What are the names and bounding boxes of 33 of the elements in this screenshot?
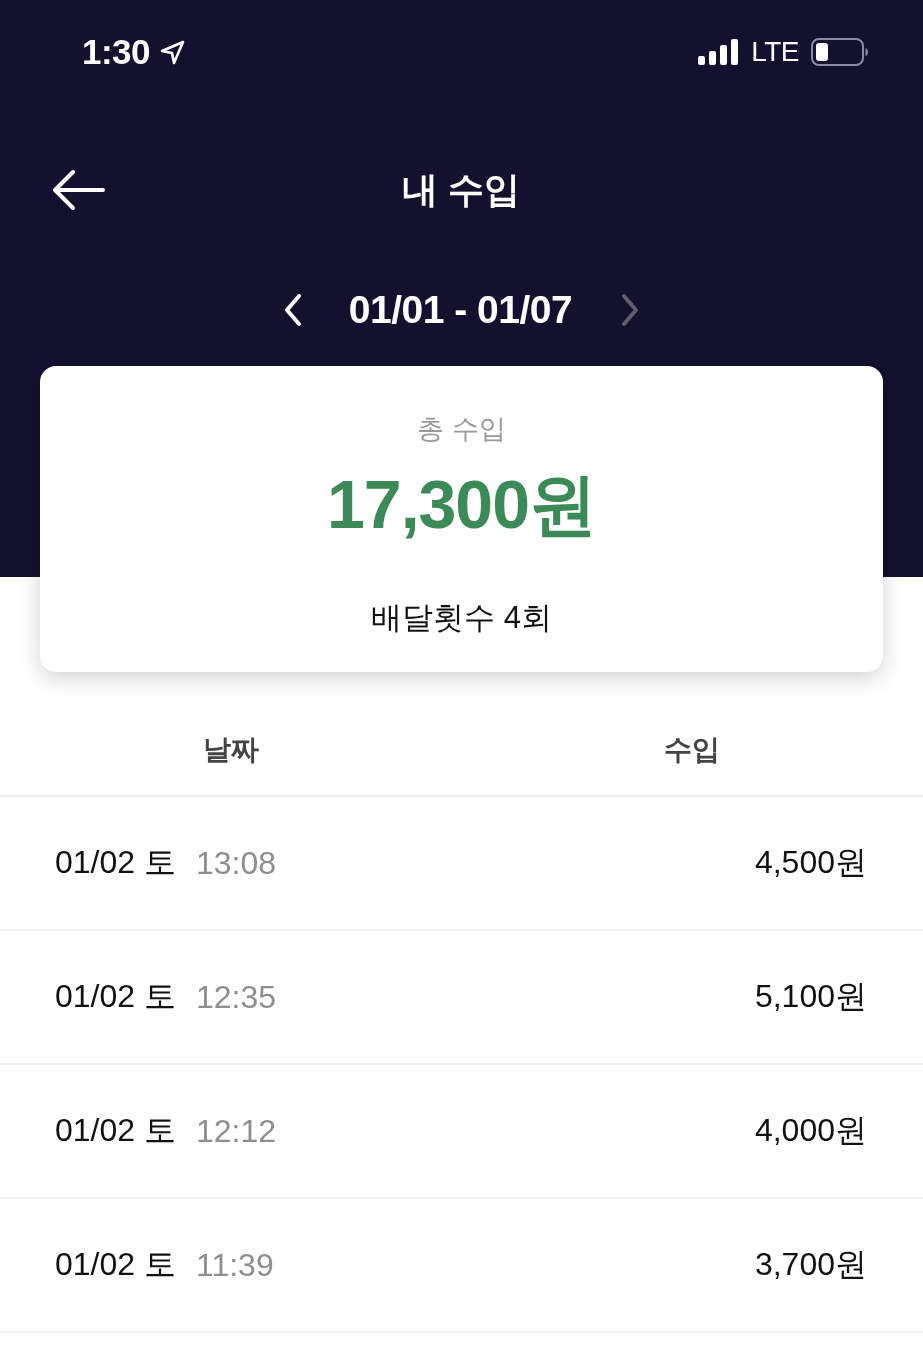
row-amount: 4,500원 [754,843,867,882]
column-header: 수입 [664,733,721,767]
delivery-count: 배달횟수 4회 [371,599,552,637]
chevron-right-icon [620,293,641,327]
row-date: 01/02 토 [55,977,176,1016]
income-row[interactable]: 01/02 토 12:35 5,100원 [0,931,923,1065]
total-income-amount: 17,300원 [327,465,596,544]
location-arrow-icon [160,39,186,65]
date-range: 01/01 - 01/07 [348,288,573,332]
row-time: 12:35 [195,978,277,1016]
row-date: 01/02 토 [55,1111,176,1150]
arrow-left-icon [52,169,105,211]
row-amount: 3,700원 [754,1245,867,1284]
status-time: 1:30 [82,32,151,72]
row-amount: 4,000원 [754,1111,867,1150]
chevron-left-icon [282,293,303,327]
income-row[interactable]: 01/02 토 13:08 4,500원 [0,797,923,931]
row-time: 13:08 [195,844,277,882]
back-button[interactable] [52,169,105,211]
total-income-label: 총 수입 [417,413,506,446]
signal-icon [698,39,740,65]
income-row[interactable]: 01/02 토 12:12 4,000원 [0,1065,923,1199]
row-date: 01/02 토 [55,843,176,882]
row-date: 01/02 토 [55,1245,176,1284]
column-header: 날짜 [202,733,259,767]
page-title: 내 수입 [402,167,521,212]
income-row[interactable]: 01/02 토 11:39 3,700원 [0,1199,923,1333]
row-time: 11:39 [195,1246,274,1284]
row-time: 12:12 [195,1112,277,1150]
network-label: LTE [751,36,799,68]
battery-icon [811,38,869,66]
previous-period-button[interactable] [282,293,303,327]
row-amount: 5,100원 [754,977,867,1016]
